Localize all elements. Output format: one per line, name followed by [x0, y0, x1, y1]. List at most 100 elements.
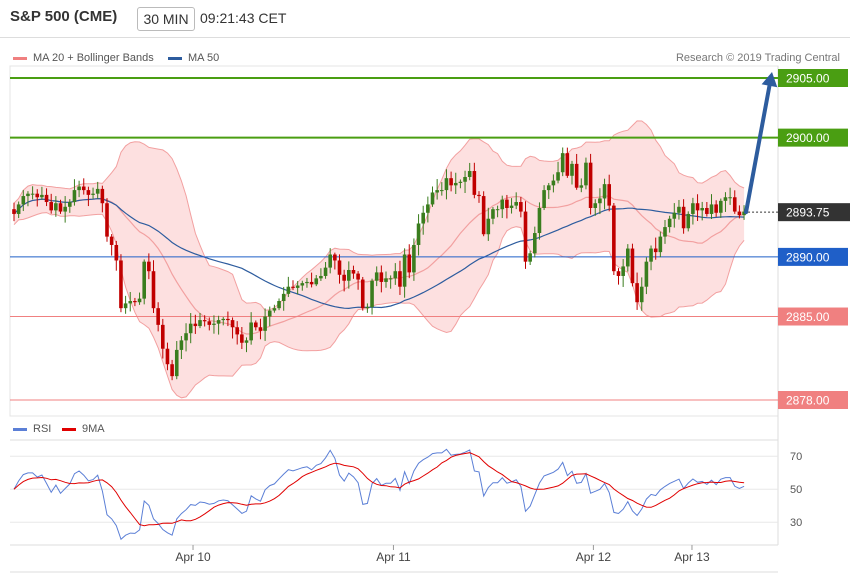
candle-body [142, 261, 146, 299]
candle-body [68, 202, 72, 207]
candle-body [58, 203, 63, 212]
candle-body [560, 153, 565, 173]
candle-body [365, 306, 370, 309]
candle-body [300, 283, 305, 286]
candle-body [677, 206, 681, 213]
candle-body [86, 190, 91, 195]
candle-body [281, 293, 286, 302]
level-label-2: 2890.00 [786, 250, 830, 264]
candle-body [523, 211, 528, 262]
candle-body [188, 323, 193, 334]
candle-body [407, 254, 412, 273]
level-label-0: 2905.00 [786, 72, 830, 86]
candle-body [737, 211, 742, 216]
candle-body [179, 340, 184, 350]
candle-body [667, 218, 672, 228]
forecast-arrow-shaft [744, 83, 772, 215]
candle-body [360, 279, 365, 309]
candle-body [653, 248, 658, 253]
candle-body [514, 202, 518, 206]
candle-body [384, 278, 388, 282]
candle-body [393, 271, 398, 279]
candle-body [649, 248, 653, 262]
candle-body [35, 193, 40, 198]
candle-body [49, 202, 53, 211]
candle-body [337, 260, 342, 275]
candle-body [528, 253, 532, 262]
candle-body [244, 340, 249, 343]
candle-body [574, 163, 579, 188]
candle-body [105, 203, 109, 237]
candle-body [440, 190, 444, 192]
candle-body [388, 278, 393, 280]
candle-body [630, 248, 635, 284]
candle-body [593, 203, 598, 208]
candle-body [426, 204, 430, 213]
x-label-2: Apr 12 [576, 550, 612, 564]
candle-body [147, 261, 151, 272]
candle-body [467, 171, 472, 177]
candle-body [509, 205, 514, 208]
candle-body [463, 176, 467, 182]
candle-body [430, 192, 435, 205]
candle-body [212, 323, 216, 325]
candle-body [486, 218, 491, 235]
candle-body [616, 271, 621, 276]
candle-body [639, 286, 644, 303]
candle-body [16, 204, 21, 214]
candle-body [221, 318, 226, 321]
candle-body [644, 261, 649, 287]
candle-body [81, 186, 86, 191]
candle-body [230, 320, 235, 328]
candle-body [695, 203, 700, 211]
candle-body [156, 308, 160, 325]
candle-body [21, 196, 26, 205]
candle-body [254, 322, 258, 328]
candle-body [184, 333, 188, 341]
candle-body [342, 274, 346, 281]
candle-body [519, 202, 523, 212]
candle-body [453, 182, 458, 186]
candle-body [621, 266, 625, 276]
candle-body [584, 162, 588, 186]
candle-body [672, 212, 677, 219]
candle-body [374, 272, 379, 281]
candle-body [198, 320, 202, 327]
candle-body [123, 303, 128, 309]
candle-body [170, 364, 174, 377]
candle-body [691, 203, 695, 214]
candle-body [542, 190, 546, 208]
candle-body [216, 320, 221, 324]
candle-body [174, 349, 179, 377]
rsi-tick-0: 30 [790, 517, 802, 529]
candle-body [77, 186, 81, 191]
candle-body [477, 194, 481, 197]
candle-body [714, 204, 718, 213]
candle-body [719, 200, 723, 213]
candle-body [416, 223, 421, 245]
candle-body [607, 184, 611, 206]
candle-body [207, 321, 212, 325]
candle-body [114, 244, 119, 261]
level-label-4: 2878.00 [786, 394, 830, 408]
candle-body [533, 233, 537, 254]
candle-body [133, 301, 137, 303]
candle-body [481, 196, 486, 235]
candle-body [12, 209, 16, 214]
candle-body [402, 254, 407, 287]
candle-body [272, 308, 277, 311]
candle-body [551, 180, 556, 186]
candle-body [286, 286, 291, 294]
candle-body [570, 163, 574, 176]
price-chart[interactable]: 2905.00 2900.00 2890.00 2885.00 2878.00 2893.… [0, 0, 850, 576]
candle-body [472, 171, 477, 195]
candle-body [63, 206, 67, 212]
candle-body [226, 318, 230, 321]
candle-body [44, 194, 49, 203]
x-label-3: Apr 13 [674, 550, 710, 564]
candle-body [579, 185, 584, 188]
candle-body [356, 273, 360, 280]
candle-body [161, 324, 165, 349]
candle-body [109, 236, 114, 245]
candle-body [421, 212, 425, 224]
